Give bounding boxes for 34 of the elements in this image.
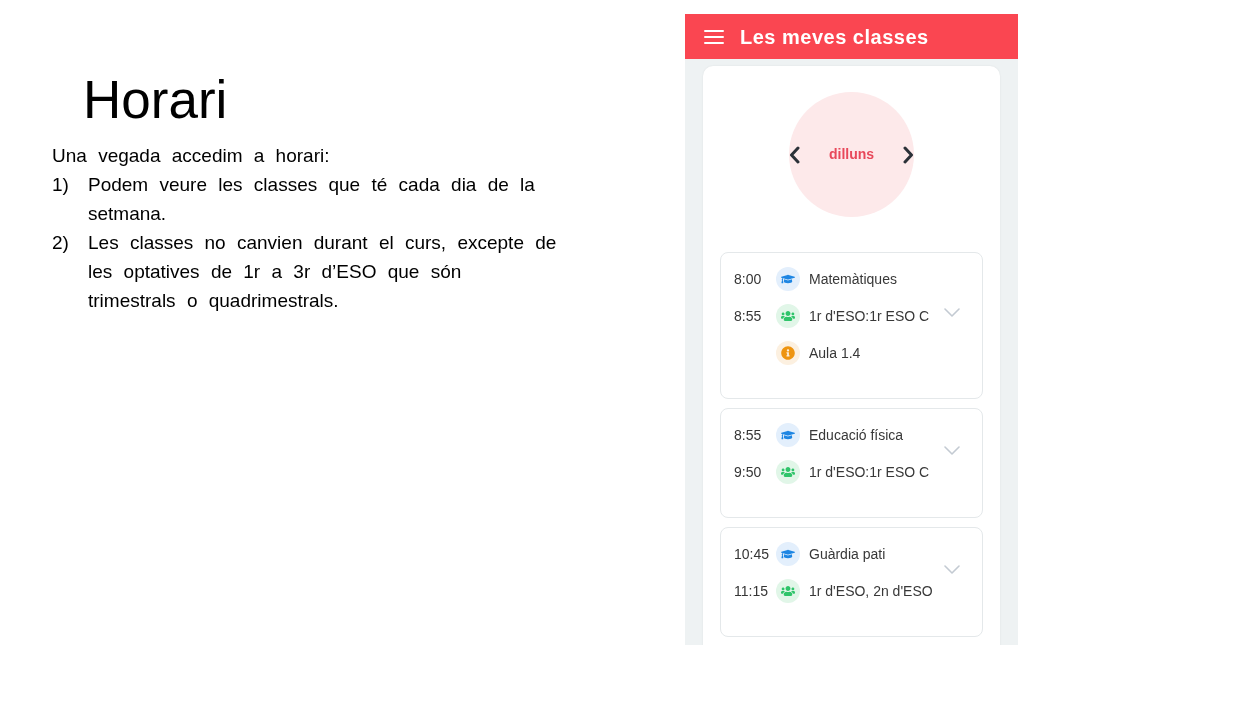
day-label: dilluns [828, 145, 875, 164]
class-detail: Aula 1.4 [809, 344, 861, 363]
graduation-cap-icon [776, 267, 800, 291]
class-time: 8:55 [734, 307, 762, 326]
class-detail: 1r d'ESO:1r ESO C [809, 307, 930, 326]
class-time: 10:45 [734, 545, 770, 564]
class-card[interactable]: 8:55 Educació física 9:50 1r d'ESO:1r ESO C [720, 408, 983, 518]
people-icon [776, 579, 800, 603]
chevron-left-icon[interactable] [789, 145, 800, 164]
people-icon [776, 460, 800, 484]
class-time: 8:00 [734, 270, 762, 289]
info-icon [776, 341, 800, 365]
class-detail: 1r d'ESO:1r ESO C [809, 463, 930, 482]
class-detail: 1r d'ESO, 2n d'ESO [809, 582, 933, 601]
people-icon [776, 304, 800, 328]
list-number: 2) [52, 231, 70, 255]
intro-text: Una vegada accedim a horari: [52, 144, 330, 168]
class-card[interactable]: 10:45 Guàrdia pati 11:15 1r d'ESO, 2n d'ESO [720, 527, 983, 637]
menu-icon[interactable] [704, 29, 724, 44]
list-number: 1) [52, 173, 70, 197]
list-item-text: Podem veure les classes que té cada dia de la setmana. [88, 173, 536, 226]
class-detail: Educació física [809, 426, 904, 445]
class-time: 8:55 [734, 426, 762, 445]
class-detail: Matemàtiques [809, 270, 897, 289]
class-card[interactable]: 8:00 Matemàtiques 8:55 1r d'ESO:1r ESO C Aula 1.4 [720, 252, 983, 399]
class-detail: Guàrdia pati [809, 545, 886, 564]
graduation-cap-icon [776, 423, 800, 447]
chevron-right-icon[interactable] [903, 145, 914, 164]
list-item-text: Les classes no canvien durant el curs, excepte de les optatives de 1r a 3r d’ESO que són trimestrals o quadrimestrals. [88, 231, 558, 313]
header-title: Les meves classes [740, 24, 929, 50]
class-time: 9:50 [734, 463, 762, 482]
slide-title: Horari [83, 69, 228, 131]
graduation-cap-icon [776, 542, 800, 566]
class-time: 11:15 [734, 582, 768, 601]
